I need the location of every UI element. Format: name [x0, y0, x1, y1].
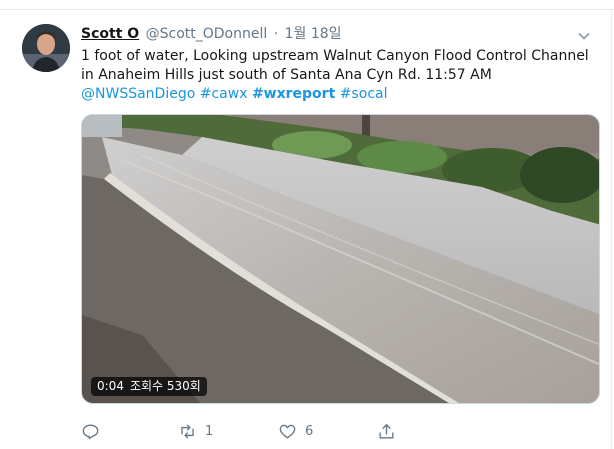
profile-photo	[22, 24, 70, 72]
tweet-text-line-2: in Anaheim Hills just south of Santa Ana…	[81, 67, 492, 83]
share-icon	[379, 423, 394, 439]
hashtag-wxreport[interactable]: #wxreport	[252, 86, 335, 102]
tweet-tags: @NWSSanDiego #cawx #wxreport #socal	[81, 85, 601, 104]
video-duration: 0:04	[97, 379, 124, 393]
right-divider	[611, 10, 612, 449]
tweet-text-line-1: 1 foot of water, Looking upstream Walnut…	[81, 48, 589, 64]
hashtag-cawx[interactable]: #cawx	[200, 86, 248, 102]
chevron-down-icon[interactable]	[577, 28, 591, 42]
timestamp[interactable]: 1월 18일	[285, 26, 342, 42]
reply-icon	[82, 423, 99, 439]
heart-icon	[279, 424, 296, 439]
like-button[interactable]: 6	[278, 420, 313, 442]
display-name[interactable]: Scott O	[81, 26, 139, 42]
video-player[interactable]: 0:04 조회수 530회	[81, 114, 600, 404]
tweet-actions: 1 6	[81, 420, 411, 442]
separator: ·	[273, 26, 279, 42]
video-views: 조회수 530회	[129, 379, 201, 393]
retweet-count: 1	[205, 423, 214, 439]
retweet-icon	[181, 423, 194, 439]
tweet-text: 1 foot of water, Looking upstream Walnut…	[81, 47, 601, 104]
retweet-button[interactable]: 1	[178, 420, 213, 442]
like-count: 6	[305, 423, 314, 439]
tweet-header: Scott O @Scott_ODonnell · 1월 18일	[81, 25, 342, 43]
video-frame	[82, 115, 599, 403]
hashtag-socal[interactable]: #socal	[340, 86, 388, 102]
user-handle[interactable]: @Scott_ODonnell	[146, 26, 268, 42]
top-divider	[0, 0, 614, 10]
mention-nwssandiego[interactable]: @NWSSanDiego	[81, 86, 195, 102]
share-button[interactable]	[377, 420, 404, 442]
avatar[interactable]	[22, 24, 70, 72]
reply-button[interactable]	[81, 420, 108, 442]
video-info-badge: 0:04 조회수 530회	[91, 377, 207, 396]
